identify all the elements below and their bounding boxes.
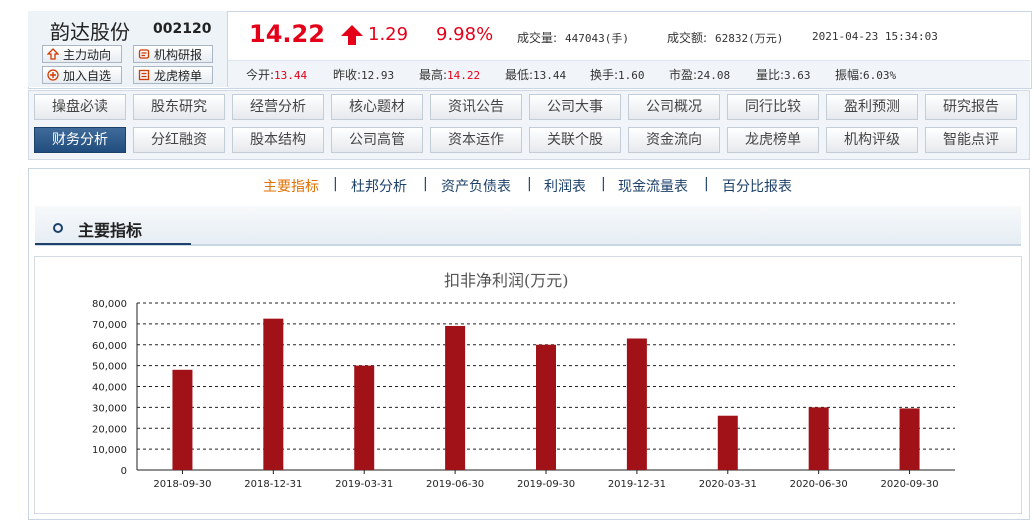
bar-2020-03-31 (717, 415, 738, 470)
volume-label: 成交量: (517, 31, 558, 45)
bar-2018-12-31 (263, 318, 284, 470)
nav-tab-row2-6[interactable]: 资金流向 (628, 127, 720, 153)
bar-2019-06-30 (445, 325, 466, 470)
subtab-separator: | (423, 176, 428, 192)
bar-chart: 0 10,000 20,000 30,000 40,000 50,000 60,000 70,… (92, 299, 955, 490)
dragon-tiger-label: 龙虎榜单 (154, 69, 203, 83)
x-tick-label: 2019-12-31 (608, 479, 666, 490)
subtab-2[interactable]: 资产负债表 (441, 176, 511, 196)
subtab-separator: | (527, 176, 532, 192)
y-tick-label: 80,000 (92, 299, 127, 310)
dragon-tiger-button[interactable]: 龙虎榜单 (133, 66, 213, 84)
add-watchlist-label: 加入自选 (63, 69, 112, 83)
nav-tab-row1-6[interactable]: 公司概况 (628, 94, 720, 120)
section-title: 主要指标 (78, 221, 143, 240)
chart-title: 扣非净利润(万元) (444, 271, 569, 290)
stat-prev-close: 昨收:12.93 (333, 68, 395, 82)
stat-turnover: 换手:1.60 (590, 68, 645, 82)
report-icon (138, 49, 150, 59)
section-header (35, 206, 1021, 246)
up-arrow-icon (47, 48, 59, 60)
nav-tab-row1-1[interactable]: 股东研究 (133, 94, 225, 120)
stat-volume-ratio: 量比:3.63 (756, 68, 811, 82)
current-price: 14.22 (249, 20, 325, 48)
price-up-arrow-icon (341, 25, 363, 45)
nav-tab-row1-3[interactable]: 核心题材 (331, 94, 423, 120)
bar-2019-09-30 (536, 344, 556, 470)
nav-tab-row2-3[interactable]: 公司高管 (331, 127, 423, 153)
nav-tab-row2-2[interactable]: 股本结构 (232, 127, 324, 153)
stat-open: 今开:13.44 (246, 68, 308, 82)
nav-tab-row1-7[interactable]: 同行比较 (727, 94, 819, 120)
nav-tab-row1-9[interactable]: 研究报告 (925, 94, 1017, 120)
x-tick-label: 2020-06-30 (790, 479, 848, 490)
y-tick-label: 20,000 (92, 424, 127, 435)
bar-2018-09-30 (172, 369, 193, 470)
amount-value: 62832(万元) (715, 32, 784, 45)
subtab-separator: | (333, 176, 338, 192)
stock-name: 韵达股份 (50, 20, 130, 44)
x-tick-label: 2018-12-31 (244, 479, 302, 490)
nav-tab-row2-0[interactable]: 财务分析 (34, 127, 126, 153)
quote-datetime: 2021-04-23 15:34:03 (812, 30, 938, 43)
nav-tab-row1-5[interactable]: 公司大事 (529, 94, 621, 120)
stock-code: 002120 (153, 21, 212, 37)
nav-tab-row2-1[interactable]: 分红融资 (133, 127, 225, 153)
y-tick-label: 30,000 (92, 403, 127, 414)
x-tick-label: 2019-06-30 (426, 479, 484, 490)
subtab-4[interactable]: 现金流量表 (618, 176, 688, 196)
bar-2020-06-30 (808, 407, 829, 470)
nav-tab-row1-8[interactable]: 盈利预测 (826, 94, 918, 120)
x-tick-label: 2018-09-30 (153, 479, 211, 490)
subtab-separator: | (704, 176, 709, 192)
main-force-label: 主力动向 (63, 48, 112, 62)
y-tick-label: 0 (121, 466, 127, 477)
x-tick-label: 2019-03-31 (335, 479, 393, 490)
main-force-button[interactable]: 主力动向 (42, 45, 122, 63)
x-tick-label: 2020-03-31 (699, 479, 757, 490)
bar-2019-12-31 (626, 338, 647, 470)
subtab-5[interactable]: 百分比报表 (722, 176, 792, 196)
nav-tab-row2-9[interactable]: 智能点评 (925, 127, 1017, 153)
nav-tab-row2-7[interactable]: 龙虎榜单 (727, 127, 819, 153)
section-underline (35, 243, 191, 245)
add-watchlist-button[interactable]: 加入自选 (42, 66, 122, 84)
nav-tab-row1-2[interactable]: 经营分析 (232, 94, 324, 120)
subtab-1[interactable]: 杜邦分析 (351, 176, 407, 196)
bar-2020-09-30 (899, 408, 920, 470)
subtab-separator: | (601, 176, 606, 192)
amount-label: 成交额: (667, 31, 708, 45)
nav-tab-row2-5[interactable]: 关联个股 (529, 127, 621, 153)
price-change-percent: 9.98% (436, 24, 494, 45)
plus-circle-icon (47, 69, 59, 81)
institution-report-label: 机构研报 (154, 48, 203, 62)
bar-2019-03-31 (354, 365, 375, 470)
nav-tab-row1-0[interactable]: 操盘必读 (34, 94, 126, 120)
nav-tab-row2-8[interactable]: 机构评级 (826, 127, 918, 153)
subtab-0[interactable]: 主要指标 (263, 176, 319, 196)
y-tick-label: 50,000 (92, 362, 127, 373)
nav-tab-row2-4[interactable]: 资本运作 (430, 127, 522, 153)
subtab-3[interactable]: 利润表 (544, 176, 586, 196)
stat-high: 最高:14.22 (419, 68, 481, 82)
y-tick-label: 40,000 (92, 383, 127, 394)
list-icon (138, 69, 150, 81)
stat-pe: 市盈:24.08 (669, 68, 731, 82)
institution-report-button[interactable]: 机构研报 (133, 45, 213, 63)
y-tick-label: 10,000 (92, 445, 127, 456)
price-change: 1.29 (368, 24, 409, 45)
stat-low: 最低:13.44 (505, 68, 567, 82)
x-tick-label: 2020-09-30 (880, 479, 938, 490)
y-tick-label: 60,000 (92, 341, 127, 352)
x-tick-label: 2019-09-30 (517, 479, 575, 490)
y-tick-label: 70,000 (92, 320, 127, 331)
stat-amplitude: 振幅:6.03% (835, 68, 897, 82)
volume-value: 447043(手) (565, 32, 629, 45)
circle-bullet-icon (53, 223, 63, 233)
nav-tab-row1-4[interactable]: 资讯公告 (430, 94, 522, 120)
